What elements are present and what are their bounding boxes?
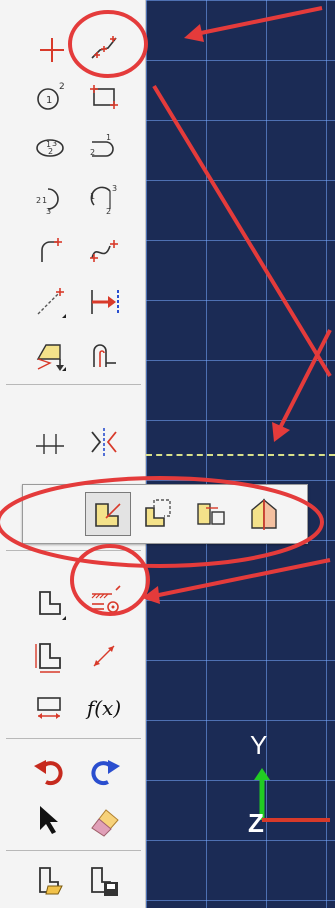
svg-text:2: 2 [48,147,53,156]
svg-text:1: 1 [90,192,95,201]
add-constraint-button[interactable] [28,582,72,626]
dimension-icon [91,585,121,613]
arc-tangent-icon: 1 3 2 [90,184,117,216]
rectangle-icon [90,85,118,109]
datum-button[interactable] [28,686,72,730]
arc-center-button[interactable]: 2 1 3 [28,177,72,221]
fillet-icon: 1 2 [90,133,114,157]
auto-trim-button[interactable] [82,280,126,324]
parameter-manager-button[interactable] [28,634,72,678]
parameter-function-button[interactable]: f(x) [82,686,126,730]
translate-icon [95,503,121,527]
svg-text:3: 3 [112,184,117,193]
sketch-toolbox: 1 2 1 3 2 1 2 2 1 3 1 3 2 f(x) [0,0,146,908]
rectangle-button[interactable] [82,75,126,119]
arc-center-icon: 2 1 3 [36,188,59,216]
open-sketch-button[interactable] [28,858,72,902]
fx-label: f(x) [86,696,122,720]
parameter-manager-icon [35,643,61,673]
mirror-icon [91,428,117,456]
ellipse-icon: 1 3 2 [36,139,64,157]
auto-trim-icon [91,290,119,314]
save-sketch-icon [91,867,118,896]
create-isolated-point-icon [40,38,64,62]
circle-center-perimeter-icon: 1 2 [37,82,65,110]
save-sketch-button[interactable] [82,858,126,902]
undo-button[interactable] [28,748,72,792]
fillet-button[interactable]: 1 2 [82,126,126,170]
toolbox-separator [6,384,141,385]
create-isolated-point-button[interactable] [30,28,74,72]
spline-icon [90,240,118,262]
mirror-button[interactable] [82,420,126,464]
rotate-icon [145,499,171,527]
toolbox-separator [6,550,141,551]
eraser-icon [91,809,119,837]
project-edges-icon [36,344,66,371]
redo-icon [91,760,120,786]
create-lines-connected-button[interactable] [82,26,126,70]
scale-icon [197,503,225,525]
svg-text:3: 3 [46,207,51,216]
datum-icon [37,697,61,719]
spline-button[interactable] [82,228,126,272]
dimension-linear-button[interactable] [82,634,126,678]
ellipse-button[interactable]: 1 3 2 [28,126,72,170]
arc-tangent-button[interactable]: 1 3 2 [82,177,126,221]
construction-line-button[interactable] [28,280,72,324]
toolbox-separator [6,850,141,851]
select-button[interactable] [28,798,72,842]
add-constraint-icon [39,591,66,620]
svg-text:2: 2 [106,207,111,216]
dimension-button[interactable] [82,580,126,624]
create-lines-connected-icon [91,36,117,59]
split-icon [36,434,64,454]
fillet-between-curves-icon [41,238,62,262]
z-axis-label: Z [248,808,264,838]
svg-text:2: 2 [36,196,41,205]
y-axis-label: Y [250,730,268,760]
offset-curve-button[interactable] [82,333,126,377]
transform-flyout [22,484,308,544]
open-sketch-icon [39,867,63,895]
offset-curve-icon [93,344,116,367]
circle-center-perimeter-button[interactable]: 1 2 [28,75,72,119]
flyout-scale-button[interactable] [187,492,233,536]
flyout-translate-button[interactable] [85,492,131,536]
redo-button[interactable] [82,748,126,792]
svg-text:2: 2 [90,148,95,157]
dimension-linear-icon [93,645,115,667]
svg-text:1: 1 [46,95,52,106]
toolbox-separator [6,738,141,739]
flyout-mirror-button[interactable] [241,492,287,536]
flyout-rotate-button[interactable] [135,492,181,536]
svg-text:1: 1 [42,196,47,205]
construction-dashed-line [146,454,335,456]
split-button[interactable] [28,420,72,464]
mirror-icon [251,498,277,530]
fillet-between-curves-button[interactable] [28,228,72,272]
svg-text:1: 1 [106,133,111,142]
project-edges-button[interactable] [28,333,72,377]
undo-icon [34,760,63,786]
svg-text:2: 2 [59,82,65,92]
construction-line-icon [37,288,66,318]
select-arrow-icon [40,806,58,834]
delete-button[interactable] [82,798,126,842]
